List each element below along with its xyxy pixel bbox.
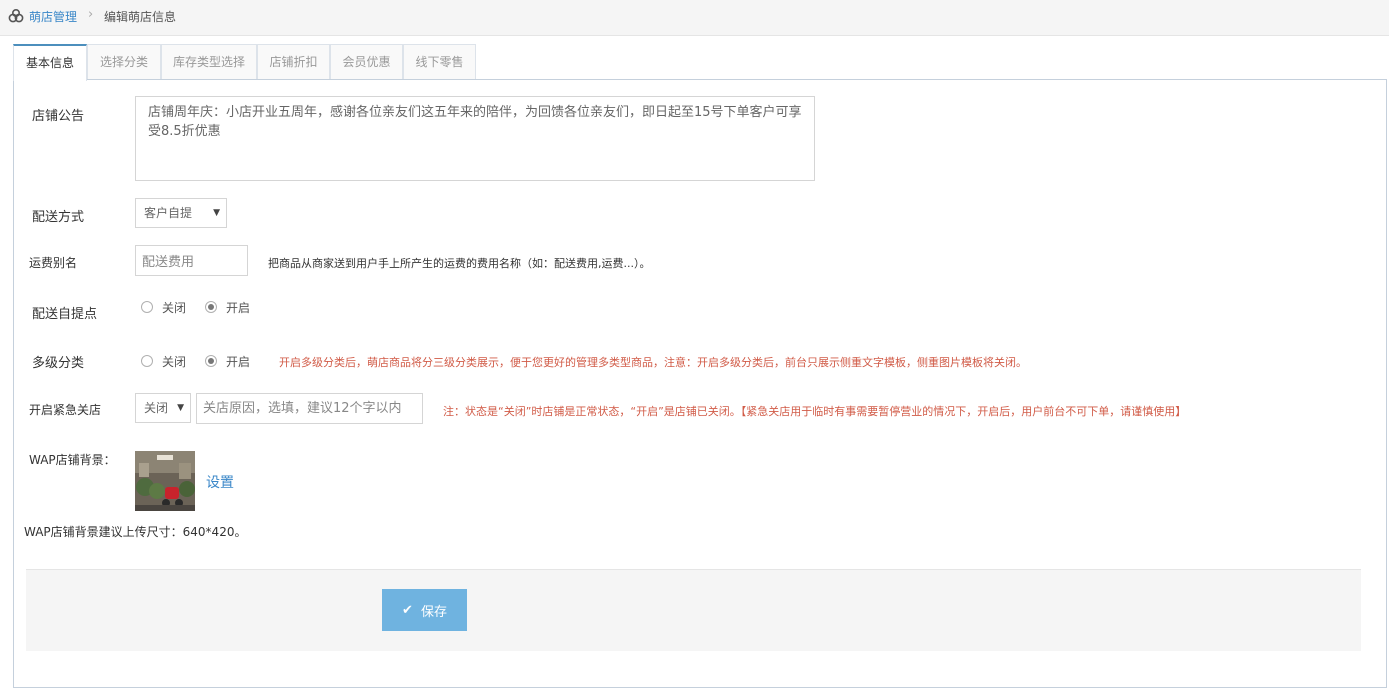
fee-alias-input[interactable] (135, 245, 248, 276)
breadcrumb-shop-management-link[interactable]: 萌店管理 (29, 8, 77, 25)
delivery-label: 配送方式 (32, 210, 85, 225)
check-icon: ✔ (402, 602, 413, 618)
delivery-select[interactable]: 客户自提 ▼ (135, 198, 227, 228)
tab-stock-type[interactable]: 库存类型选择 (161, 44, 257, 80)
shop-group-icon (8, 8, 24, 23)
caret-down-icon: ▼ (177, 403, 184, 413)
notice-label: 店铺公告 (32, 109, 85, 124)
save-button[interactable]: ✔ 保存 (382, 589, 467, 631)
tab-select-category[interactable]: 选择分类 (87, 44, 161, 80)
close-reason-input[interactable] (196, 393, 423, 424)
multi-category-on-label: 开启 (226, 355, 251, 369)
multi-category-on-radio[interactable] (205, 355, 217, 367)
breadcrumb-separator: › (88, 7, 94, 22)
emergency-close-select[interactable]: 关闭 ▼ (135, 393, 191, 423)
wap-bg-label: WAP店铺背景： (29, 453, 116, 467)
tab-member-benefits[interactable]: 会员优惠 (330, 44, 403, 80)
fee-alias-label: 运费别名 (29, 256, 78, 270)
emergency-close-select-value: 关闭 (144, 401, 169, 415)
multi-category-off-label: 关闭 (162, 355, 187, 369)
multi-category-label: 多级分类 (32, 356, 85, 371)
delivery-select-value: 客户自提 (144, 206, 193, 220)
tab-basic-info[interactable]: 基本信息 (13, 44, 87, 81)
pickup-on-radio[interactable] (205, 301, 217, 313)
wap-bg-set-link[interactable]: 设置 (206, 472, 234, 492)
form-actions-bar (26, 569, 1361, 651)
breadcrumb-current: 编辑萌店信息 (104, 10, 177, 24)
wap-bg-size-hint: WAP店铺背景建议上传尺寸：640*420。 (24, 525, 247, 539)
tab-offline-retail[interactable]: 线下零售 (403, 44, 476, 80)
emergency-close-help: 注：状态是“关闭”时店铺是正常状态，“开启”是店铺已关闭。【紧急关店用于临时有事… (443, 405, 1187, 418)
emergency-close-label: 开启紧急关店 (29, 403, 102, 417)
fee-alias-help: 把商品从商家送到用户手上所产生的运费的费用名称（如：配送费用,运费...）。 (268, 257, 651, 270)
caret-down-icon: ▼ (213, 208, 220, 218)
breadcrumb-bar: 萌店管理 › 编辑萌店信息 (0, 0, 1389, 36)
multi-category-help: 开启多级分类后，萌店商品将分三级分类展示，便于您更好的管理多类型商品，注意：开启… (279, 356, 1027, 369)
notice-textarea[interactable]: 店铺周年庆：小店开业五周年，感谢各位亲友们这五年来的陪伴，为回馈各位亲友们，即日… (135, 96, 815, 181)
save-button-label: 保存 (420, 604, 447, 620)
pickup-point-label: 配送自提点 (32, 307, 98, 322)
multi-category-off-radio[interactable] (141, 355, 153, 367)
pickup-off-radio[interactable] (141, 301, 153, 313)
tab-shop-discount[interactable]: 店铺折扣 (257, 44, 330, 80)
wap-bg-thumbnail (135, 451, 195, 511)
pickup-on-label: 开启 (226, 301, 251, 315)
pickup-off-label: 关闭 (162, 301, 187, 315)
